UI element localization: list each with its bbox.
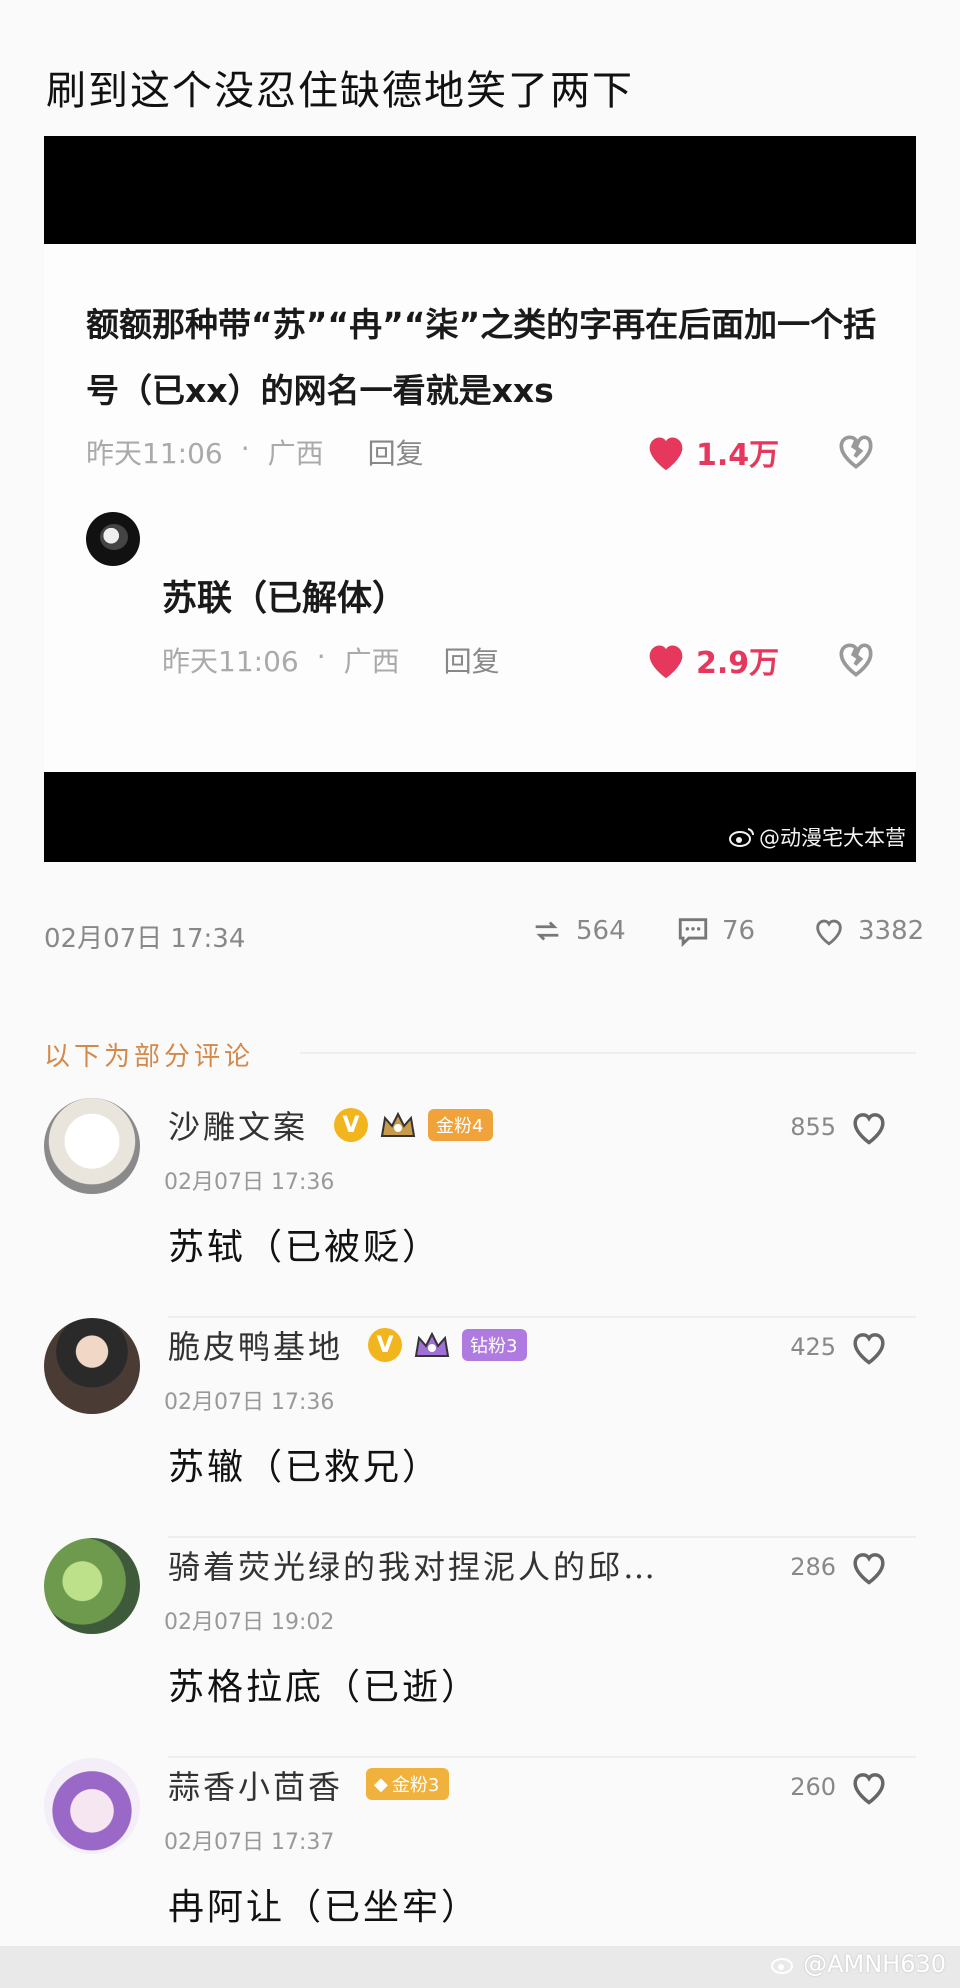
weibo-icon: [729, 828, 755, 847]
like-count: 3382: [858, 916, 925, 946]
embedded-reply-time: 昨天11:06: [162, 645, 299, 678]
embedded-reply-name: 苏联（已解体）: [162, 579, 408, 619]
embedded-comment-time: 昨天11:06: [86, 437, 223, 470]
comment-like-button[interactable]: 260: [790, 1768, 890, 1806]
comment-like-button[interactable]: 286: [790, 1548, 890, 1586]
embedded-like-button[interactable]: 1.4万: [644, 430, 779, 474]
embedded-reply-like-button[interactable]: 2.9万: [644, 638, 779, 682]
embedded-screenshot: 额额那种带“苏”“冉”“柒”之类的字再在后面加一个括号（已xx）的网名一看就是x…: [44, 244, 916, 772]
crown-icon: [380, 1111, 416, 1137]
heart-outline-icon: [853, 1773, 885, 1805]
comment-date: 02月07日 17:37: [164, 1830, 335, 1855]
embedded-comment-text: 额额那种带“苏”“冉”“柒”之类的字再在后面加一个括号（已xx）的网名一看就是x…: [86, 305, 877, 410]
post-date: 02月07日 17:34: [44, 924, 246, 954]
embedded-reply-reply-button[interactable]: 回复: [444, 640, 500, 680]
comment-text: 冉阿让（已坐牢）: [168, 1887, 481, 1928]
diamond-icon: ◆: [374, 1773, 388, 1795]
comment-text: 苏辙（已救兄）: [168, 1447, 442, 1488]
comment-text: 苏格拉底（已逝）: [168, 1667, 481, 1708]
reply-avatar[interactable]: [86, 512, 140, 566]
crown-icon: [414, 1331, 450, 1357]
redaction-bar-top: [44, 136, 916, 244]
embedded-reply-meta: 昨天11:06 · 广西 回复: [162, 640, 500, 680]
comment-item[interactable]: 脆皮鸭基地 V 钻粉3 02月07日 17:36 苏辙（已救兄） 425: [0, 1318, 960, 1538]
comment-like-button[interactable]: 425: [790, 1328, 890, 1366]
fan-level-badge: ◆ 金粉3: [366, 1768, 450, 1800]
broken-heart-icon[interactable]: [834, 430, 878, 474]
embedded-reply-location: 广西: [343, 645, 400, 678]
avatar[interactable]: [44, 1318, 140, 1414]
comment-like-count: 855: [790, 1113, 836, 1141]
section-label: 以下为部分评论: [44, 1042, 255, 1072]
comment-like-count: 425: [790, 1333, 836, 1361]
fan-level-badge: 金粉4: [428, 1109, 494, 1141]
repost-icon: [535, 921, 559, 941]
heart-filled-icon: [649, 437, 683, 471]
comment-count: 76: [722, 916, 756, 946]
heart-outline-icon: [853, 1113, 885, 1145]
comment-date: 02月07日 19:02: [164, 1610, 335, 1635]
comment-author[interactable]: 脆皮鸭基地: [168, 1322, 343, 1368]
comment-author[interactable]: 骑着荧光绿的我对捏泥人的邱…: [168, 1542, 658, 1588]
verified-badge-icon: V: [368, 1328, 402, 1362]
heart-outline-icon: [853, 1333, 885, 1365]
comment-like-count: 286: [790, 1553, 836, 1581]
comment-item[interactable]: 蒜香小茴香 ◆ 金粉3 02月07日 17:37 冉阿让（已坐牢） 260: [0, 1758, 960, 1978]
bottom-watermark: @AMNH630: [771, 1950, 946, 1978]
repost-button[interactable]: 564: [530, 914, 626, 948]
comment-button[interactable]: 76: [676, 914, 755, 948]
like-button[interactable]: 3382: [812, 914, 924, 948]
heart-outline-icon: [853, 1553, 885, 1585]
avatar[interactable]: [44, 1538, 140, 1634]
heart-outline-icon: [816, 919, 842, 946]
verified-badge-icon: V: [334, 1108, 368, 1142]
embedded-reply-button[interactable]: 回复: [368, 432, 424, 472]
embedded-reply-like-count: 2.9万: [696, 646, 780, 681]
comment-author[interactable]: 沙雕文案: [168, 1102, 308, 1148]
weibo-watermark: @动漫宅大本营: [729, 822, 906, 852]
broken-heart-icon[interactable]: [834, 638, 878, 682]
comment-date: 02月07日 17:36: [164, 1390, 335, 1415]
post-title: 刷到这个没忍住缺德地笑了两下: [46, 68, 634, 114]
comment-text: 苏轼（已被贬）: [168, 1227, 442, 1268]
redaction-bar-bottom: @动漫宅大本营: [44, 772, 916, 862]
comment-item[interactable]: 沙雕文案 V 金粉4 02月07日 17:36 苏轼（已被贬） 855: [0, 1098, 960, 1318]
comment-like-count: 260: [790, 1773, 836, 1801]
embedded-comment-meta: 昨天11:06 · 广西 回复: [86, 432, 424, 472]
comment-item[interactable]: 骑着荧光绿的我对捏泥人的邱… 02月07日 19:02 苏格拉底（已逝） 286: [0, 1538, 960, 1758]
avatar[interactable]: [44, 1098, 140, 1194]
avatar[interactable]: [44, 1758, 140, 1854]
section-divider: [300, 1052, 916, 1054]
comment-author[interactable]: 蒜香小茴香: [168, 1762, 343, 1808]
embedded-comment-location: 广西: [267, 437, 324, 470]
embedded-like-count: 1.4万: [696, 438, 780, 473]
comment-icon: [678, 918, 708, 948]
repost-count: 564: [576, 916, 626, 946]
comment-date: 02月07日 17:36: [164, 1170, 335, 1195]
fan-level-badge: 钻粉3: [462, 1329, 528, 1361]
comment-like-button[interactable]: 855: [790, 1108, 890, 1146]
heart-filled-icon: [649, 645, 683, 679]
weibo-icon: [771, 1958, 794, 1974]
